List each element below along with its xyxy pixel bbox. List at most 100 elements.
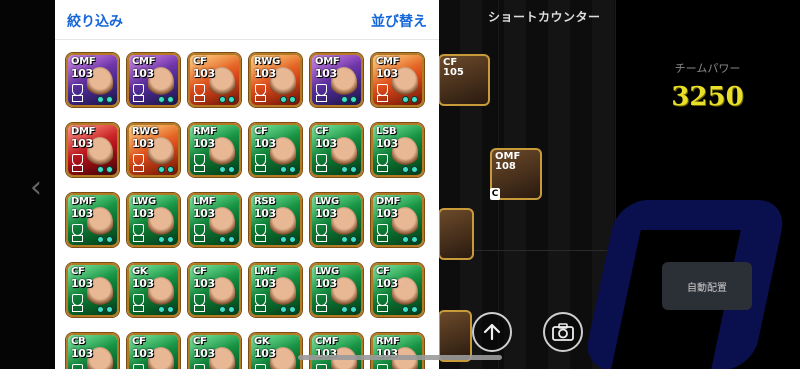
nation-flag-icon (72, 305, 83, 312)
nation-flag-icon (194, 235, 205, 242)
skill-indicator-icon (158, 236, 174, 243)
nation-flag-icon (255, 305, 266, 312)
player-card[interactable]: LWG 103 (127, 193, 180, 247)
pitch-player-card[interactable]: CF 105 (438, 54, 490, 106)
card-position: RWG (254, 56, 281, 67)
captain-badge: C (490, 188, 500, 200)
camera-icon (552, 323, 574, 341)
nation-flag-icon (255, 235, 266, 242)
team-power-value: 3250 (671, 82, 744, 112)
player-card[interactable]: LMF 103 (249, 263, 302, 317)
team-power-label: チームパワー (674, 62, 741, 75)
card-rating: 103 (132, 277, 154, 290)
skill-indicator-icon (219, 236, 235, 243)
player-select-panel: 絞り込み 並び替え OMF 103 CMF 103 CF 103 RWG 103 OMF 103 C… (55, 0, 439, 369)
player-card[interactable]: CB 103 (66, 333, 119, 369)
club-crest-icon (377, 364, 388, 369)
card-rating: 103 (254, 67, 276, 80)
player-card[interactable]: RMF 103 (371, 333, 424, 369)
card-position: RSB (254, 196, 276, 207)
skill-indicator-icon (341, 236, 357, 243)
card-rating: 103 (315, 137, 337, 150)
player-card[interactable]: CMF 103 (310, 333, 363, 369)
player-card[interactable]: CF 103 (310, 123, 363, 177)
nation-flag-icon (194, 165, 205, 172)
card-rating: 103 (254, 347, 276, 360)
nation-flag-icon (133, 235, 144, 242)
player-card[interactable]: LMF 103 (188, 193, 241, 247)
player-card[interactable]: CF 103 (66, 263, 119, 317)
player-card[interactable]: CMF 103 (371, 53, 424, 107)
player-card[interactable]: LSB 103 (371, 123, 424, 177)
screenshot-button[interactable] (543, 312, 583, 352)
panel-header: 絞り込み 並び替え (55, 0, 439, 40)
skill-indicator-icon (341, 166, 357, 173)
card-position: CF (193, 56, 207, 67)
card-rating: 103 (254, 137, 276, 150)
card-position: LWG (315, 196, 339, 207)
card-position: RMF (376, 336, 400, 347)
player-card[interactable]: CF 103 (188, 53, 241, 107)
card-position: OMF (315, 56, 340, 67)
player-card[interactable]: CF 103 (188, 263, 241, 317)
card-rating: 103 (376, 207, 398, 220)
player-card[interactable]: CF 103 (188, 333, 241, 369)
chevron-left-icon[interactable]: ‹ (30, 170, 42, 205)
card-position: LMF (193, 196, 216, 207)
formation-title: ショートカウンター (488, 10, 601, 24)
card-position: OMF (71, 56, 96, 67)
card-rating: 103 (254, 277, 276, 290)
card-rating: 103 (193, 207, 215, 220)
card-position: LSB (376, 126, 397, 137)
card-position: LMF (254, 266, 277, 277)
card-position: CF (254, 126, 268, 137)
skill-indicator-icon (402, 96, 418, 103)
upload-icon (483, 323, 501, 341)
club-crest-icon (133, 364, 144, 369)
nation-flag-icon (133, 165, 144, 172)
card-rating: 103 (132, 67, 154, 80)
nation-flag-icon (316, 165, 327, 172)
player-card[interactable]: DMF 103 (66, 123, 119, 177)
card-rating: 103 (193, 137, 215, 150)
player-card[interactable]: GK 103 (127, 263, 180, 317)
filter-button[interactable]: 絞り込み (67, 11, 123, 31)
player-card[interactable]: RWG 103 (127, 123, 180, 177)
player-card[interactable]: LWG 103 (310, 193, 363, 247)
skill-indicator-icon (158, 96, 174, 103)
card-position: LWG (315, 266, 339, 277)
sort-button[interactable]: 並び替え (371, 11, 427, 31)
card-rating: 103 (71, 277, 93, 290)
skill-indicator-icon (97, 236, 113, 243)
player-card[interactable]: CF 103 (127, 333, 180, 369)
player-card[interactable]: OMF 103 (310, 53, 363, 107)
player-card[interactable]: DMF 103 (371, 193, 424, 247)
card-rating: 103 (254, 207, 276, 220)
card-rating: 103 (132, 137, 154, 150)
player-card[interactable]: CMF 103 (127, 53, 180, 107)
card-position: GK (254, 336, 270, 347)
player-card[interactable]: RSB 103 (249, 193, 302, 247)
nation-flag-icon (194, 95, 205, 102)
player-card[interactable]: GK 103 (249, 333, 302, 369)
player-card[interactable]: RWG 103 (249, 53, 302, 107)
player-card[interactable]: CF 103 (371, 263, 424, 317)
player-card[interactable]: RMF 103 (188, 123, 241, 177)
player-card[interactable]: CF 103 (249, 123, 302, 177)
skill-indicator-icon (341, 96, 357, 103)
card-position: LWG (132, 196, 156, 207)
player-card[interactable]: OMF 103 (66, 53, 119, 107)
skill-indicator-icon (97, 166, 113, 173)
card-position: CMF (376, 56, 400, 67)
upload-button[interactable] (472, 312, 512, 352)
home-indicator[interactable] (298, 355, 502, 360)
card-position: DMF (376, 196, 401, 207)
skill-indicator-icon (158, 306, 174, 313)
player-card[interactable]: LWG 103 (310, 263, 363, 317)
card-position: DMF (71, 196, 96, 207)
card-position: CMF (132, 56, 156, 67)
pitch-player-card[interactable] (438, 208, 474, 260)
card-rating: 103 (71, 67, 93, 80)
player-card[interactable]: DMF 103 (66, 193, 119, 247)
auto-assign-button[interactable]: 自動配置 (662, 262, 752, 310)
